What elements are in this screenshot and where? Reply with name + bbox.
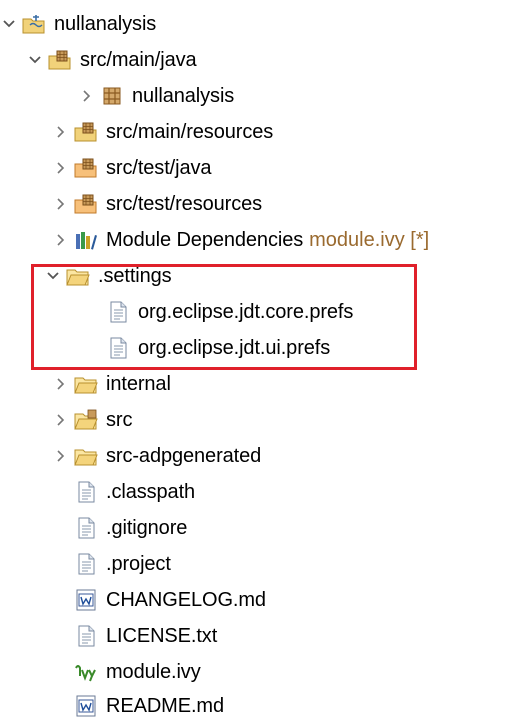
tree-item-label: org.eclipse.jdt.core.prefs — [138, 300, 354, 323]
test-source-folder-icon — [74, 156, 98, 180]
chevron-right-icon[interactable] — [54, 161, 68, 175]
text-file-icon — [74, 552, 98, 576]
tree-item-changelog[interactable]: CHANGELOG.md — [0, 582, 507, 618]
tree-item-project-nullanalysis[interactable]: nullanalysis — [0, 6, 507, 42]
package-icon — [100, 84, 124, 108]
tree-item-label: README.md — [106, 694, 225, 717]
tree-item-module-ivy[interactable]: module.ivy — [0, 654, 507, 690]
chevron-right-icon[interactable] — [54, 197, 68, 211]
text-file-icon — [74, 624, 98, 648]
chevron-right-icon[interactable] — [54, 377, 68, 391]
source-folder-icon — [48, 48, 72, 72]
folder-icon — [66, 264, 90, 288]
tree-item-package-nullanalysis[interactable]: nullanalysis — [0, 78, 507, 114]
word-document-icon — [74, 694, 98, 718]
library-icon — [74, 228, 98, 252]
tree-item-label: src — [106, 408, 133, 431]
tree-item-label: src/test/java — [106, 156, 212, 179]
chevron-right-icon[interactable] — [54, 449, 68, 463]
tree-item-src-adpgenerated-folder[interactable]: src-adpgenerated — [0, 438, 507, 474]
tree-item-label: .classpath — [106, 480, 196, 503]
tree-item-jdt-core-prefs[interactable]: org.eclipse.jdt.core.prefs — [0, 294, 507, 330]
tree-item-gitignore[interactable]: .gitignore — [0, 510, 507, 546]
tree-item-label: nullanalysis — [132, 84, 235, 107]
java-project-icon — [22, 12, 46, 36]
text-file-icon — [106, 300, 130, 324]
text-file-icon — [74, 516, 98, 540]
tree-item-label: Module Dependencies — [106, 228, 304, 251]
tree-item-internal-folder[interactable]: internal — [0, 366, 507, 402]
tree-item-src-test-resources[interactable]: src/test/resources — [0, 186, 507, 222]
tree-item-project-file[interactable]: .project — [0, 546, 507, 582]
tree-item-label: src-adpgenerated — [106, 444, 262, 467]
tree-item-label: .settings — [98, 264, 172, 287]
tree-item-label: src/main/java — [80, 48, 197, 71]
tree-item-src-main-resources[interactable]: src/main/resources — [0, 114, 507, 150]
word-document-icon — [74, 588, 98, 612]
project-explorer-tree: nullanalysis src/main/java nullanalysis … — [0, 0, 507, 724]
tree-item-label: .gitignore — [106, 516, 188, 539]
tree-item-label: src/test/resources — [106, 192, 263, 215]
chevron-right-icon[interactable] — [80, 89, 94, 103]
test-source-folder-icon — [74, 192, 98, 216]
tree-item-label: internal — [106, 372, 171, 395]
tree-item-src-folder[interactable]: src — [0, 402, 507, 438]
chevron-right-icon[interactable] — [54, 233, 68, 247]
text-file-icon — [74, 480, 98, 504]
tree-item-license[interactable]: LICENSE.txt — [0, 618, 507, 654]
tree-item-classpath[interactable]: .classpath — [0, 474, 507, 510]
tree-item-jdt-ui-prefs[interactable]: org.eclipse.jdt.ui.prefs — [0, 330, 507, 366]
source-folder-icon — [74, 408, 98, 432]
tree-item-label: src/main/resources — [106, 120, 274, 143]
chevron-down-icon[interactable] — [2, 17, 16, 31]
text-file-icon — [106, 336, 130, 360]
tree-item-module-dependencies[interactable]: Module Dependencies module.ivy [*] — [0, 222, 507, 258]
tree-item-settings-folder[interactable]: .settings — [0, 258, 507, 294]
source-folder-icon — [74, 120, 98, 144]
tree-item-label: module.ivy — [106, 660, 201, 683]
folder-icon — [74, 444, 98, 468]
folder-icon — [74, 372, 98, 396]
tree-item-label: nullanalysis — [54, 12, 157, 35]
chevron-down-icon[interactable] — [28, 53, 42, 67]
chevron-down-icon[interactable] — [46, 269, 60, 283]
tree-item-label: .project — [106, 552, 171, 575]
ivy-file-icon — [74, 660, 98, 684]
tree-item-src-test-java[interactable]: src/test/java — [0, 150, 507, 186]
chevron-right-icon[interactable] — [54, 125, 68, 139]
tree-item-label: org.eclipse.jdt.ui.prefs — [138, 336, 331, 359]
chevron-right-icon[interactable] — [54, 413, 68, 427]
tree-item-readme[interactable]: README.md — [0, 688, 507, 724]
tree-item-src-main-java[interactable]: src/main/java — [0, 42, 507, 78]
tree-item-label: LICENSE.txt — [106, 624, 218, 647]
tree-item-decoration: module.ivy [*] — [309, 228, 430, 251]
tree-item-label: CHANGELOG.md — [106, 588, 266, 611]
